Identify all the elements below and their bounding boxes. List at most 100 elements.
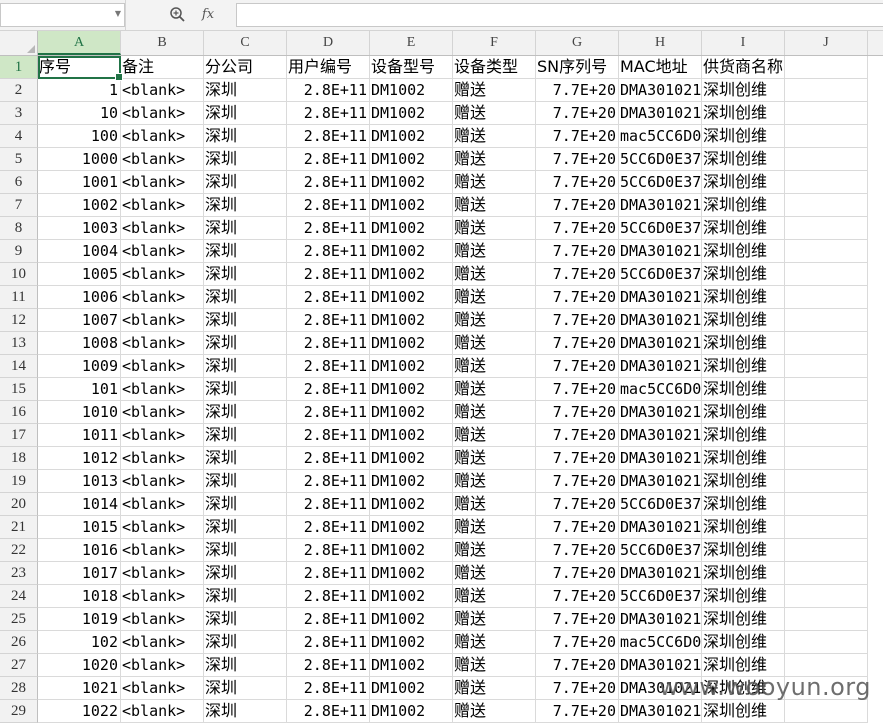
row-header[interactable]: 17 (0, 424, 38, 447)
row-header[interactable]: 13 (0, 332, 38, 355)
cell[interactable]: 设备类型 (453, 56, 536, 79)
cell[interactable]: <blank> (121, 631, 204, 654)
cell[interactable]: DMA301021 (619, 516, 702, 539)
column-header-d[interactable]: D (287, 31, 370, 55)
cell[interactable]: 7.7E+20 (536, 125, 619, 148)
cell[interactable]: 赠送 (453, 631, 536, 654)
cell[interactable]: 1000 (38, 148, 121, 171)
cell[interactable]: 2.8E+11 (287, 470, 370, 493)
cell[interactable]: 7.7E+20 (536, 539, 619, 562)
name-box[interactable]: ▼ (0, 3, 125, 27)
cell[interactable]: 深圳创维 (702, 194, 785, 217)
cell[interactable] (785, 240, 868, 263)
cell[interactable]: 深圳 (204, 240, 287, 263)
cell[interactable]: DM1002 (370, 79, 453, 102)
cell[interactable]: 7.7E+20 (536, 79, 619, 102)
cell[interactable]: 7.7E+20 (536, 470, 619, 493)
cell[interactable]: 深圳 (204, 401, 287, 424)
column-header-g[interactable]: G (536, 31, 619, 55)
cell[interactable]: 1008 (38, 332, 121, 355)
cell[interactable]: DM1002 (370, 539, 453, 562)
cell[interactable]: 7.7E+20 (536, 217, 619, 240)
cell[interactable]: 赠送 (453, 125, 536, 148)
cell[interactable]: 深圳 (204, 125, 287, 148)
cell[interactable]: 赠送 (453, 102, 536, 125)
cell[interactable]: 赠送 (453, 263, 536, 286)
cell[interactable]: 7.7E+20 (536, 102, 619, 125)
cell[interactable]: DM1002 (370, 447, 453, 470)
cell[interactable]: 深圳 (204, 148, 287, 171)
cell[interactable]: DM1002 (370, 677, 453, 700)
cell[interactable]: DMA301021 (619, 79, 702, 102)
cell[interactable]: <blank> (121, 654, 204, 677)
cell[interactable]: 2.8E+11 (287, 585, 370, 608)
cell[interactable]: 2.8E+11 (287, 401, 370, 424)
cell[interactable]: 赠送 (453, 700, 536, 723)
cell[interactable]: 2.8E+11 (287, 309, 370, 332)
row-header[interactable]: 12 (0, 309, 38, 332)
cell[interactable] (785, 102, 868, 125)
cell[interactable]: 深圳 (204, 470, 287, 493)
cell[interactable]: 赠送 (453, 355, 536, 378)
cell[interactable]: DMA301021 (619, 102, 702, 125)
cell[interactable]: <blank> (121, 447, 204, 470)
cell[interactable]: 2.8E+11 (287, 447, 370, 470)
cell[interactable]: 5CC6D0E37 (619, 171, 702, 194)
cell[interactable]: 7.7E+20 (536, 148, 619, 171)
cell[interactable]: 1021 (38, 677, 121, 700)
cell[interactable]: 深圳创维 (702, 355, 785, 378)
cell[interactable]: 深圳创维 (702, 332, 785, 355)
cell[interactable]: <blank> (121, 194, 204, 217)
cell[interactable]: DM1002 (370, 608, 453, 631)
cell[interactable]: <blank> (121, 516, 204, 539)
row-header[interactable]: 6 (0, 171, 38, 194)
cell[interactable]: 深圳 (204, 286, 287, 309)
row-header[interactable]: 22 (0, 539, 38, 562)
cell[interactable] (785, 355, 868, 378)
cell[interactable]: 深圳创维 (702, 378, 785, 401)
cell[interactable]: 深圳 (204, 654, 287, 677)
cell[interactable] (785, 493, 868, 516)
cell[interactable]: 深圳创维 (702, 470, 785, 493)
row-header[interactable]: 29 (0, 700, 38, 723)
cell[interactable]: 深圳 (204, 447, 287, 470)
cell[interactable]: <blank> (121, 286, 204, 309)
cell[interactable]: MAC地址 (619, 56, 702, 79)
cell[interactable]: mac5CC6D0 (619, 125, 702, 148)
cell[interactable]: 赠送 (453, 585, 536, 608)
cell[interactable]: 7.7E+20 (536, 263, 619, 286)
cell[interactable]: 1011 (38, 424, 121, 447)
cell[interactable]: 7.7E+20 (536, 493, 619, 516)
cell[interactable]: 1012 (38, 447, 121, 470)
cell[interactable]: 深圳创维 (702, 608, 785, 631)
cell[interactable]: DM1002 (370, 585, 453, 608)
cell[interactable]: 1009 (38, 355, 121, 378)
cell[interactable]: <blank> (121, 424, 204, 447)
cell[interactable]: 赠送 (453, 148, 536, 171)
cell[interactable]: 5CC6D0E37 (619, 539, 702, 562)
column-header-b[interactable]: B (121, 31, 204, 55)
cell[interactable]: 1018 (38, 585, 121, 608)
cell[interactable] (785, 470, 868, 493)
cell[interactable] (785, 171, 868, 194)
cell[interactable]: 7.7E+20 (536, 171, 619, 194)
cell[interactable]: 深圳 (204, 378, 287, 401)
cell[interactable]: 赠送 (453, 286, 536, 309)
row-header[interactable]: 28 (0, 677, 38, 700)
cell[interactable]: 深圳 (204, 194, 287, 217)
cell[interactable]: 2.8E+11 (287, 539, 370, 562)
cell[interactable]: 深圳 (204, 585, 287, 608)
cell[interactable]: 2.8E+11 (287, 286, 370, 309)
cell[interactable]: 设备型号 (370, 56, 453, 79)
cell[interactable]: <blank> (121, 148, 204, 171)
cell[interactable]: 2.8E+11 (287, 516, 370, 539)
row-header[interactable]: 27 (0, 654, 38, 677)
cell[interactable]: 1016 (38, 539, 121, 562)
cell[interactable]: 深圳 (204, 677, 287, 700)
cell[interactable]: 分公司 (204, 56, 287, 79)
row-header[interactable]: 1 (0, 56, 38, 79)
cell[interactable]: 7.7E+20 (536, 309, 619, 332)
cell[interactable]: DM1002 (370, 516, 453, 539)
cell[interactable]: 1004 (38, 240, 121, 263)
cell[interactable]: DMA301021 (619, 608, 702, 631)
